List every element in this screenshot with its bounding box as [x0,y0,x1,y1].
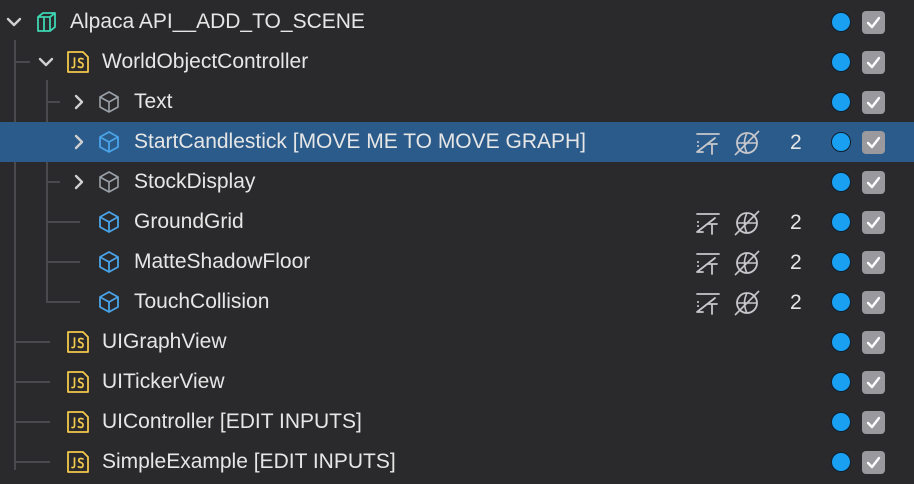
tree-row-matte-shadow-floor[interactable]: MatteShadowFloor 2 [0,242,914,282]
tree-row-ui-graph-view[interactable]: UIGraphView [0,322,914,362]
tree-row-touch-collision[interactable]: TouchCollision 2 [0,282,914,322]
checkmark-icon [866,296,881,309]
enabled-checkbox[interactable] [862,331,885,354]
prefab-icon [37,12,56,32]
transform-icon[interactable] [694,290,722,316]
checkmark-icon [866,416,881,429]
checkmark-icon [866,16,881,29]
object-icon [99,91,119,113]
row-label: WorldObjectController [102,50,309,73]
row-label: StartCandlestick [MOVE ME TO MOVE GRAPH] [134,130,587,153]
transform-icon[interactable] [694,250,722,276]
tree-row-simple-example[interactable]: SimpleExample [EDIT INPUTS] [0,442,914,482]
chevron-down-icon[interactable] [37,53,55,71]
component-count: 2 [790,211,802,234]
chevron-right-icon[interactable] [70,173,88,191]
tree-row-stock-display[interactable]: StockDisplay [0,162,914,202]
checkmark-icon [866,456,881,469]
enabled-checkbox[interactable] [862,251,885,274]
visibility-dot[interactable] [831,12,851,32]
visibility-dot[interactable] [831,412,851,432]
js-script-icon [67,451,89,473]
row-label: GroundGrid [134,210,244,233]
row-label: MatteShadowFloor [134,250,311,273]
enabled-checkbox[interactable] [862,291,885,314]
visibility-dot[interactable] [831,172,851,192]
chevron-right-icon[interactable] [70,93,88,111]
tree-row-ui-ticker-view[interactable]: UITickerView [0,362,914,402]
tree-row-ground-grid[interactable]: GroundGrid 2 [0,202,914,242]
js-script-icon [67,411,89,433]
checkmark-icon [866,56,881,69]
row-label: Alpaca API__ADD_TO_SCENE [70,10,365,33]
visibility-dot[interactable] [831,252,851,272]
render-layer-off-icon[interactable] [733,130,761,156]
checkmark-icon [866,216,881,229]
visibility-dot[interactable] [831,132,851,152]
visibility-dot[interactable] [831,212,851,232]
visibility-dot[interactable] [831,52,851,72]
enabled-checkbox[interactable] [862,451,885,474]
visibility-dot[interactable] [831,292,851,312]
tree-row-start-candlestick[interactable]: StartCandlestick [MOVE ME TO MOVE GRAPH]… [0,122,914,162]
component-count: 2 [790,131,802,154]
enabled-checkbox[interactable] [862,131,885,154]
visibility-dot[interactable] [831,452,851,472]
transform-icon[interactable] [694,130,722,156]
tree-row-ui-controller[interactable]: UIController [EDIT INPUTS] [0,402,914,442]
component-count: 2 [790,291,802,314]
object-icon [99,171,119,193]
checkmark-icon [866,256,881,269]
checkmark-icon [866,176,881,189]
row-label: UITickerView [102,370,225,393]
object-icon [99,291,119,313]
row-label: TouchCollision [134,290,270,313]
row-label: UIGraphView [102,330,227,353]
enabled-checkbox[interactable] [862,211,885,234]
checkmark-icon [866,96,881,109]
js-script-icon [67,331,89,353]
row-label: Text [134,90,173,113]
enabled-checkbox[interactable] [862,11,885,34]
enabled-checkbox[interactable] [862,91,885,114]
scene-hierarchy-panel: Alpaca API__ADD_TO_SCENE WorldObjectCont… [0,0,914,484]
checkmark-icon [866,376,881,389]
transform-icon[interactable] [694,210,722,236]
row-label: SimpleExample [EDIT INPUTS] [102,450,396,473]
visibility-dot[interactable] [831,92,851,112]
checkmark-icon [866,136,881,149]
visibility-dot[interactable] [831,372,851,392]
js-script-icon [67,371,89,393]
render-layer-off-icon[interactable] [733,210,761,236]
js-script-icon [67,51,89,73]
tree-row-text[interactable]: Text [0,82,914,122]
object-icon [99,211,119,233]
visibility-dot[interactable] [831,332,851,352]
enabled-checkbox[interactable] [862,411,885,434]
enabled-checkbox[interactable] [862,51,885,74]
object-icon [99,251,119,273]
enabled-checkbox[interactable] [862,171,885,194]
row-label: StockDisplay [134,170,256,193]
render-layer-off-icon[interactable] [733,290,761,316]
row-label: UIController [EDIT INPUTS] [102,410,362,433]
checkmark-icon [866,336,881,349]
tree-row-world-object-controller[interactable]: WorldObjectController [0,42,914,82]
chevron-down-icon[interactable] [5,13,23,31]
chevron-right-icon[interactable] [70,133,88,151]
tree-row-alpaca-api[interactable]: Alpaca API__ADD_TO_SCENE [0,2,914,42]
object-icon [99,131,119,153]
render-layer-off-icon[interactable] [733,250,761,276]
enabled-checkbox[interactable] [862,371,885,394]
component-count: 2 [790,251,802,274]
